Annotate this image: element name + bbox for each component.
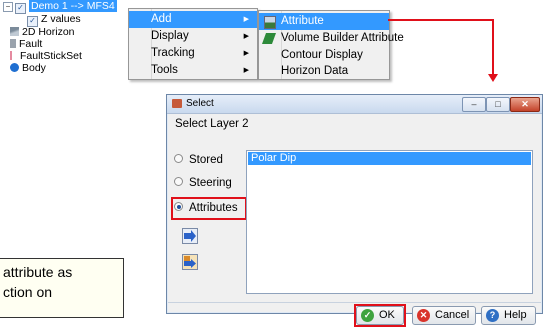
volume-builder-icon xyxy=(261,33,277,44)
fault-stick-icon xyxy=(10,51,17,60)
radio-label: Steering xyxy=(189,177,232,189)
checkbox-checked-icon[interactable]: ✓ xyxy=(15,3,26,14)
minimize-button[interactable]: – xyxy=(462,97,486,112)
list-item-polar-dip[interactable]: Polar Dip xyxy=(248,152,531,165)
annotation-highlight-box xyxy=(354,304,406,327)
import-arrow-icon[interactable] xyxy=(182,228,198,244)
menu-item-label: Attribute xyxy=(281,15,324,27)
menu-item-add[interactable]: Add ▶ xyxy=(129,11,257,28)
menu-item-contour-display[interactable]: Contour Display xyxy=(259,47,389,64)
maximize-button[interactable]: □ xyxy=(486,97,510,112)
dialog-body: Select Layer 2 Stored Steering Attribute… xyxy=(168,114,541,327)
menu-item-attribute[interactable]: Attribute xyxy=(259,13,389,30)
menu-item-tracking[interactable]: Tracking ▶ xyxy=(129,45,257,62)
app-icon xyxy=(172,99,182,108)
horizon-icon xyxy=(10,27,19,36)
help-button[interactable]: ? Help xyxy=(481,306,536,325)
annotation-arrowhead-icon xyxy=(488,74,498,82)
tree-item-demo[interactable]: − ✓ Demo 1 --> MFS4 xyxy=(3,0,117,14)
menu-item-label: Contour Display xyxy=(281,49,363,61)
body-icon xyxy=(10,63,19,72)
menu-item-label: Tools xyxy=(151,64,178,76)
menu-item-label: Horizon Data xyxy=(281,65,349,77)
tree-item-label: Body xyxy=(22,62,46,74)
submenu-arrow-icon: ▶ xyxy=(243,33,249,40)
radio-steering[interactable]: Steering xyxy=(174,175,232,191)
collapse-icon[interactable]: − xyxy=(3,2,13,12)
callout-line: ction on xyxy=(3,284,53,300)
tree-item-label: Demo 1 --> MFS4 xyxy=(29,0,117,12)
cancel-icon: ✕ xyxy=(417,309,430,322)
submenu-arrow-icon: ▶ xyxy=(243,67,249,74)
menu-item-label: Display xyxy=(151,30,189,42)
menu-item-label: Volume Builder Attribute xyxy=(281,32,404,44)
close-button[interactable]: ✕ xyxy=(510,97,540,112)
menu-item-label: Tracking xyxy=(151,47,195,59)
cancel-button-label: Cancel xyxy=(435,309,470,321)
context-menu: Add ▶ Display ▶ Tracking ▶ Tools ▶ xyxy=(128,8,258,80)
menu-item-volume-builder-attribute[interactable]: Volume Builder Attribute xyxy=(259,30,404,47)
annotation-highlight-box xyxy=(171,197,247,220)
instruction-callout: attribute as ction on xyxy=(0,258,124,318)
radio-unselected-icon[interactable] xyxy=(174,177,183,186)
menu-item-label: Add xyxy=(151,13,172,25)
cancel-button[interactable]: ✕ Cancel xyxy=(412,306,476,325)
tree-item-label: Fault xyxy=(19,38,43,50)
tree-item-label: FaultStickSet xyxy=(20,50,82,62)
dialog-title: Select xyxy=(186,98,214,109)
radio-stored[interactable]: Stored xyxy=(174,152,223,168)
tree-item-body[interactable]: Body xyxy=(10,62,46,75)
attribute-icon xyxy=(264,16,276,29)
tree-item-label: Z values xyxy=(41,13,81,25)
menu-item-tools[interactable]: Tools ▶ xyxy=(129,62,257,79)
object-tree: − ✓ Demo 1 --> MFS4 ✓ Z values 2D Horizon F… xyxy=(0,0,135,78)
radio-unselected-icon[interactable] xyxy=(174,154,183,163)
tree-item-label: 2D Horizon xyxy=(22,26,75,38)
fault-icon xyxy=(10,39,16,48)
annotation-arrow-horizontal xyxy=(388,19,494,21)
menu-item-horizon-data[interactable]: Horizon Data xyxy=(259,63,389,80)
callout-line: attribute as xyxy=(3,264,73,280)
dialog-titlebar[interactable]: Select – □ ✕ xyxy=(167,95,542,114)
export-arrow-icon[interactable] xyxy=(182,254,198,270)
footer-divider xyxy=(168,302,541,303)
radio-label: Stored xyxy=(189,154,223,166)
help-icon: ? xyxy=(486,309,499,322)
select-dialog: Select – □ ✕ Select Layer 2 Stored Steer… xyxy=(166,94,543,327)
submenu-arrow-icon: ▶ xyxy=(243,16,249,23)
dialog-subtitle: Select Layer 2 xyxy=(175,118,249,130)
attribute-listbox[interactable]: Polar Dip xyxy=(246,150,533,294)
submenu-arrow-icon: ▶ xyxy=(243,50,249,57)
menu-item-display[interactable]: Display ▶ xyxy=(129,28,257,45)
annotation-arrow-vertical xyxy=(492,19,494,76)
tree-item-z-values[interactable]: ✓ Z values xyxy=(27,13,81,27)
add-submenu: Attribute Volume Builder Attribute Conto… xyxy=(258,10,404,80)
help-button-label: Help xyxy=(504,309,527,321)
